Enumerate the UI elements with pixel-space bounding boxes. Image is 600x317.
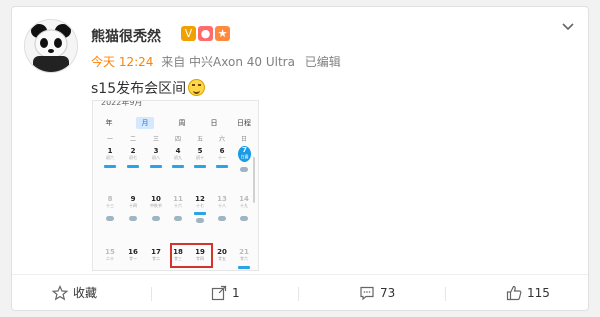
divider — [445, 287, 446, 301]
fan-badge-icon[interactable]: ● — [198, 26, 213, 41]
weekday-label: 四 — [174, 136, 181, 143]
event-tag — [194, 165, 206, 168]
verified-badge[interactable]: V — [181, 26, 196, 41]
comment-icon — [360, 286, 374, 301]
tab-day: 日 — [210, 119, 218, 127]
repost-button[interactable]: 1 — [211, 275, 240, 311]
calendar-screenshot[interactable]: 2022年9月 年 月 周 日 日程 一 二 三 四 五 六 日 1 初六 2 初七… — [92, 100, 259, 271]
event-tag — [127, 165, 139, 168]
weekday-label: 五 — [196, 136, 203, 143]
highlight-box — [170, 243, 213, 268]
tab-week: 周 — [178, 119, 186, 127]
edited-label[interactable]: 已编辑 — [305, 55, 341, 69]
weather-icon — [240, 167, 248, 172]
event-tag — [150, 165, 162, 168]
calendar-day: 16 廿一 — [128, 248, 138, 261]
calendar-day: 10 中秋节 — [150, 195, 162, 208]
post-action-bar: 收藏 1 73 115 — [12, 274, 588, 311]
weekday-label: 日 — [240, 136, 247, 143]
weather-icon — [129, 216, 137, 221]
comment-count: 73 — [380, 286, 396, 300]
comment-button[interactable]: 73 — [359, 275, 395, 311]
post-text: s15发布会区间 — [91, 78, 206, 98]
tab-schedule: 日程 — [237, 119, 251, 127]
calendar-day: 5 初十 — [196, 147, 204, 160]
post-time[interactable]: 今天 12:24 — [91, 55, 153, 69]
weather-icon — [218, 216, 226, 221]
weekday-label: 六 — [218, 136, 225, 143]
calendar-day: 6 十一 — [218, 147, 226, 160]
event-tag — [238, 266, 250, 269]
calendar-day: 3 初八 — [152, 147, 160, 160]
tab-month: 月 — [136, 117, 154, 129]
panda-avatar-icon — [25, 20, 77, 72]
tab-year: 年 — [105, 119, 113, 127]
calendar-day: 2 初七 — [129, 147, 137, 160]
thumbs-up-icon — [506, 285, 522, 301]
divider — [151, 287, 152, 301]
weekday-label: 一 — [106, 136, 113, 143]
author-name[interactable]: 熊猫很秃然 — [91, 26, 161, 46]
calendar-day: 4 初九 — [174, 147, 182, 160]
favorite-button[interactable]: 收藏 — [51, 275, 98, 311]
calendar-day: 11 十六 — [173, 195, 183, 208]
post-meta: 今天 12:24 来自 中兴Axon 40 Ultra 已编辑 — [91, 53, 341, 70]
divider — [298, 287, 299, 301]
post-text-content: s15发布会区间 — [91, 81, 187, 97]
favorite-label: 收藏 — [73, 286, 98, 300]
post-source: 来自 中兴Axon 40 Ultra — [161, 55, 295, 69]
calendar-view-tabs: 年 月 周 日 日程 — [93, 117, 258, 131]
scrollbar — [253, 157, 255, 203]
calendar-day: 15 二十 — [105, 248, 115, 261]
weather-icon — [196, 218, 204, 223]
like-button[interactable]: 115 — [506, 275, 550, 311]
calendar-day: 17 廿二 — [151, 248, 161, 261]
weekday-label: 二 — [129, 136, 136, 143]
share-icon — [211, 285, 227, 301]
calendar-day: 9 十四 — [129, 195, 137, 208]
avatar[interactable] — [24, 19, 78, 73]
calendar-day: 12 十七 — [195, 195, 205, 208]
calendar-day: 14 十九 — [239, 195, 249, 208]
weibo-post-card: 熊猫很秃然 V ● ★ 今天 12:24 来自 中兴Axon 40 Ultra … — [11, 6, 589, 311]
weather-icon — [106, 216, 114, 221]
weekday-label: 三 — [152, 136, 159, 143]
calendar-day: 1 初六 — [106, 147, 114, 160]
calendar-day-today: 7 白露 — [238, 146, 251, 162]
repost-count: 1 — [232, 286, 240, 300]
star-icon — [51, 285, 69, 301]
weather-icon — [152, 216, 160, 221]
like-count: 115 — [527, 286, 550, 300]
calendar-day: 21 廿六 — [239, 248, 249, 261]
event-tag — [104, 165, 116, 168]
event-tag — [172, 165, 184, 168]
chevron-down-icon[interactable] — [562, 23, 574, 31]
smile-emoji-icon — [188, 79, 206, 96]
calendar-day: 20 廿五 — [217, 248, 227, 261]
member-badge-icon[interactable]: ★ — [215, 26, 230, 41]
calendar-day: 13 十八 — [217, 195, 227, 208]
event-tag — [194, 212, 206, 215]
weather-icon — [174, 216, 182, 221]
calendar-month-header: 2022年9月 — [101, 100, 143, 107]
weather-icon — [240, 216, 248, 221]
calendar-day: 8 十三 — [106, 195, 114, 208]
event-tag — [216, 165, 228, 168]
